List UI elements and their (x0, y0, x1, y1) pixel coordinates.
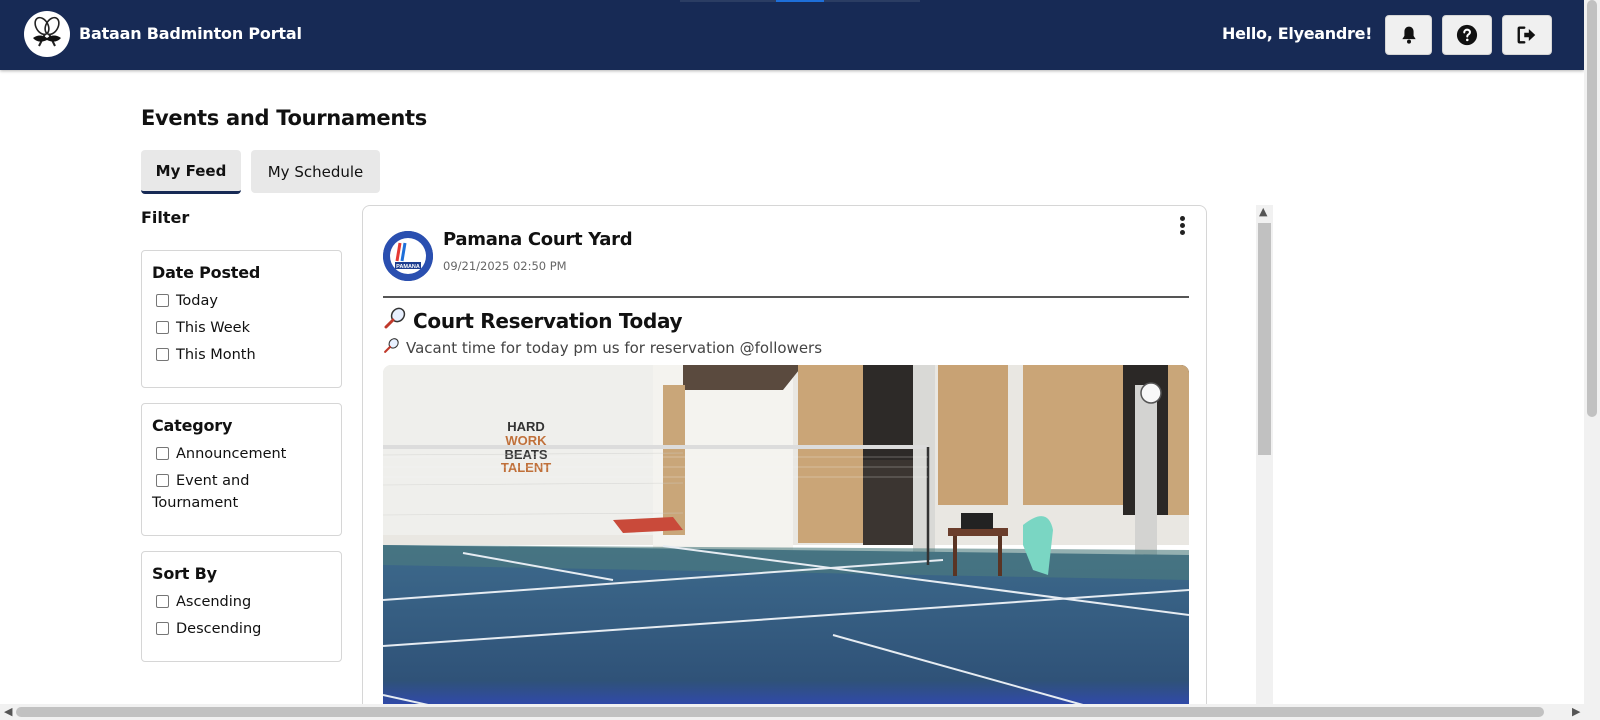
tab-my-schedule[interactable]: My Schedule (251, 150, 380, 193)
filter-group-title: Sort By (152, 564, 217, 583)
post-options-menu-icon[interactable] (1175, 216, 1189, 238)
scroll-right-icon[interactable]: ▶ (1572, 705, 1580, 718)
page-vertical-scrollbar[interactable] (1584, 0, 1600, 704)
feed-scrollbar-thumb[interactable] (1258, 223, 1271, 455)
sign-out-icon (1517, 26, 1536, 44)
filter-group-category: Category Announcement Event and Tourname… (141, 403, 342, 536)
post-image[interactable]: HARD WORK BEATS TALENT (383, 365, 1189, 720)
filter-option-event-and-tournament[interactable]: Event and Tournament (152, 470, 331, 514)
badminton-mustache-logo-icon (33, 16, 61, 47)
filter-group-title: Category (152, 416, 233, 435)
page-title: Events and Tournaments (141, 106, 427, 130)
checkbox[interactable] (156, 474, 169, 487)
logout-button[interactable] (1502, 15, 1552, 55)
badminton-racket-icon (383, 306, 407, 335)
post-timestamp: 09/21/2025 02:50 PM (443, 259, 567, 273)
badminton-racket-icon (383, 337, 400, 358)
bell-icon (1401, 26, 1416, 44)
page-hscroll-thumb[interactable] (16, 707, 1544, 717)
user-greeting: Hello, Elyeandre! (1222, 24, 1373, 43)
post-body: Vacant time for today pm us for reservat… (383, 337, 822, 358)
checkbox[interactable] (156, 622, 169, 635)
page-scrollbar-thumb[interactable] (1587, 0, 1597, 417)
filter-option-this-week[interactable]: This Week (152, 317, 331, 339)
portal-logo[interactable] (24, 11, 70, 57)
avatar-text: PAMANA (396, 264, 420, 270)
scroll-left-icon[interactable]: ◀ (4, 705, 12, 718)
filter-heading: Filter (141, 208, 190, 227)
wall-text-talent: TALENT (501, 460, 551, 475)
checkbox[interactable] (156, 447, 169, 460)
checkbox[interactable] (156, 294, 169, 307)
filter-group-date-posted: Date Posted Today This Week This Month (141, 250, 342, 388)
wall-text-hard: HARD (507, 419, 545, 434)
post-title: Court Reservation Today (383, 306, 683, 335)
checkbox[interactable] (156, 595, 169, 608)
notifications-button[interactable] (1385, 15, 1432, 55)
top-navbar: Bataan Badminton Portal Hello, Elyeandre… (0, 0, 1584, 70)
poster-name[interactable]: Pamana Court Yard (443, 229, 633, 250)
filter-option-announcement[interactable]: Announcement (152, 443, 331, 465)
filter-option-this-month[interactable]: This Month (152, 344, 331, 366)
page-horizontal-scrollbar[interactable]: ◀ ▶ (0, 704, 1600, 720)
tab-my-feed[interactable]: My Feed (141, 150, 241, 194)
sort-option-descending[interactable]: Descending (152, 618, 331, 640)
feed-scrollbar[interactable]: ▲ (1256, 205, 1273, 705)
scroll-up-icon[interactable]: ▲ (1259, 205, 1267, 218)
feed-post-card: PAMANA Pamana Court Yard 09/21/2025 02:5… (362, 205, 1207, 720)
post-divider (383, 296, 1189, 298)
poster-avatar[interactable]: PAMANA (383, 231, 433, 281)
sort-option-ascending[interactable]: Ascending (152, 591, 331, 613)
loading-strip (680, 0, 920, 2)
question-circle-icon (1456, 24, 1478, 46)
badminton-court-photo: HARD WORK BEATS TALENT (383, 365, 1189, 720)
checkbox[interactable] (156, 321, 169, 334)
checkbox[interactable] (156, 348, 169, 361)
help-button[interactable] (1442, 15, 1492, 55)
filter-option-today[interactable]: Today (152, 290, 331, 312)
filter-group-sort-by: Sort By Ascending Descending (141, 551, 342, 662)
brand-title[interactable]: Bataan Badminton Portal (79, 24, 302, 43)
filter-group-title: Date Posted (152, 263, 261, 282)
